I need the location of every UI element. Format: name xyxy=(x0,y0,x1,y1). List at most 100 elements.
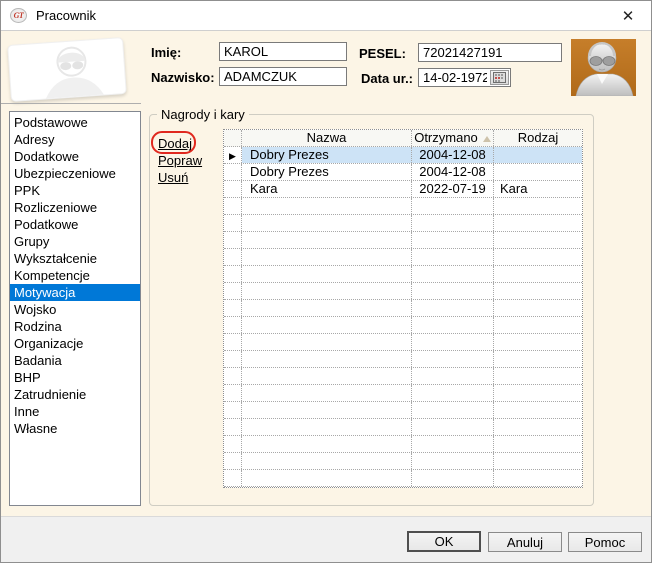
cell-otrzymano xyxy=(412,351,494,367)
awards-table-header: Nazwa Otrzymano Rodzaj xyxy=(224,130,582,147)
employee-card-watermark xyxy=(7,37,127,102)
table-row[interactable]: ▶ xyxy=(224,266,582,283)
sidebar-item[interactable]: Zatrudnienie xyxy=(10,386,140,403)
header-divider xyxy=(1,103,141,104)
delete-link[interactable]: Usuń xyxy=(158,170,188,185)
table-row[interactable]: ▶ xyxy=(224,198,582,215)
cell-nazwa xyxy=(242,419,412,435)
column-header-otrzymano-label: Otrzymano xyxy=(414,130,478,145)
row-indicator-cell: ▶ xyxy=(224,436,242,452)
sidebar-item[interactable]: Grupy xyxy=(10,233,140,250)
calendar-icon xyxy=(493,72,506,83)
cell-nazwa xyxy=(242,300,412,316)
row-indicator-cell: ▶ xyxy=(224,385,242,401)
column-header-rodzaj[interactable]: Rodzaj xyxy=(494,130,582,146)
cell-otrzymano xyxy=(412,300,494,316)
column-header-otrzymano[interactable]: Otrzymano xyxy=(412,130,494,146)
row-indicator-cell: ▶ xyxy=(224,164,242,180)
sidebar-item[interactable]: PPK xyxy=(10,182,140,199)
cell-otrzymano xyxy=(412,436,494,452)
cell-nazwa xyxy=(242,402,412,418)
table-row[interactable]: ▶ Dobry Prezes 2004-12-08 xyxy=(224,164,582,181)
table-row[interactable]: ▶ xyxy=(224,300,582,317)
last-name-field[interactable] xyxy=(219,67,347,86)
sidebar-item[interactable]: Rozliczeniowe xyxy=(10,199,140,216)
first-name-field[interactable] xyxy=(219,42,347,61)
first-name-label: Imię: xyxy=(151,45,182,60)
table-row[interactable]: ▶ xyxy=(224,232,582,249)
cell-rodzaj xyxy=(494,164,582,180)
table-row[interactable]: ▶ Dobry Prezes 2004-12-08 xyxy=(224,147,582,164)
dialog-footer: OK Anuluj Pomoc xyxy=(1,516,651,562)
table-row[interactable]: ▶ xyxy=(224,334,582,351)
calendar-button[interactable] xyxy=(490,70,509,85)
cell-rodzaj xyxy=(494,436,582,452)
table-row[interactable]: ▶ xyxy=(224,419,582,436)
cell-nazwa xyxy=(242,385,412,401)
cell-nazwa xyxy=(242,215,412,231)
edit-link[interactable]: Popraw xyxy=(158,153,202,168)
row-indicator-cell: ▶ xyxy=(224,317,242,333)
table-row[interactable]: ▶ xyxy=(224,402,582,419)
close-button[interactable]: ✕ xyxy=(613,3,643,29)
cell-rodzaj xyxy=(494,283,582,299)
cell-rodzaj xyxy=(494,419,582,435)
row-indicator-cell: ▶ xyxy=(224,334,242,350)
sidebar-item[interactable]: Wykształcenie xyxy=(10,250,140,267)
cell-rodzaj xyxy=(494,317,582,333)
add-link[interactable]: Dodaj xyxy=(158,136,192,151)
table-row[interactable]: ▶ xyxy=(224,385,582,402)
pracownik-dialog: GT Pracownik ✕ Imię: Nazwisko: PESEL: Da… xyxy=(0,0,652,563)
table-row[interactable]: ▶ xyxy=(224,368,582,385)
ok-button[interactable]: OK xyxy=(407,531,481,552)
cell-rodzaj xyxy=(494,147,582,163)
gt-app-icon-text: GT xyxy=(13,11,24,20)
row-indicator-cell: ▶ xyxy=(224,368,242,384)
sidebar-item[interactable]: Podstawowe xyxy=(10,114,140,131)
cell-otrzymano xyxy=(412,334,494,350)
cell-otrzymano xyxy=(412,283,494,299)
sidebar-item[interactable]: BHP xyxy=(10,369,140,386)
row-indicator-cell: ▶ xyxy=(224,249,242,265)
sidebar-item[interactable]: Własne xyxy=(10,420,140,437)
cell-otrzymano: 2004-12-08 xyxy=(412,147,494,163)
table-row[interactable]: ▶ xyxy=(224,283,582,300)
help-button[interactable]: Pomoc xyxy=(568,532,642,552)
sidebar-item[interactable]: Badania xyxy=(10,352,140,369)
table-row[interactable]: ▶ xyxy=(224,249,582,266)
cell-nazwa xyxy=(242,232,412,248)
sidebar-item[interactable]: Adresy xyxy=(10,131,140,148)
table-row[interactable]: ▶ xyxy=(224,436,582,453)
sidebar-item[interactable]: Motywacja xyxy=(10,284,140,301)
sidebar-item[interactable]: Podatkowe xyxy=(10,216,140,233)
pesel-field[interactable] xyxy=(418,43,562,62)
cell-nazwa xyxy=(242,351,412,367)
table-row[interactable]: ▶ xyxy=(224,215,582,232)
sidebar-item[interactable]: Rodzina xyxy=(10,318,140,335)
cell-rodzaj xyxy=(494,402,582,418)
category-list[interactable]: Podstawowe Adresy Dodatkowe Ubezpieczeni… xyxy=(9,111,141,506)
table-row[interactable]: ▶ Kara 2022-07-19 Kara xyxy=(224,181,582,198)
table-row[interactable]: ▶ xyxy=(224,453,582,470)
cell-otrzymano xyxy=(412,198,494,214)
sidebar-item[interactable]: Kompetencje xyxy=(10,267,140,284)
column-header-nazwa[interactable]: Nazwa xyxy=(242,130,412,146)
cell-otrzymano xyxy=(412,317,494,333)
sidebar-item[interactable]: Dodatkowe xyxy=(10,148,140,165)
sidebar-item[interactable]: Wojsko xyxy=(10,301,140,318)
cell-nazwa: Dobry Prezes xyxy=(242,147,412,163)
table-row[interactable]: ▶ xyxy=(224,351,582,368)
row-indicator-cell: ▶ xyxy=(224,300,242,316)
cell-nazwa xyxy=(242,317,412,333)
sidebar-item[interactable]: Organizacje xyxy=(10,335,140,352)
cell-otrzymano xyxy=(412,232,494,248)
table-row[interactable]: ▶ xyxy=(224,470,582,487)
cell-nazwa: Kara xyxy=(242,181,412,197)
sidebar-item[interactable]: Ubezpieczeniowe xyxy=(10,165,140,182)
row-indicator-header xyxy=(224,130,242,146)
cancel-button[interactable]: Anuluj xyxy=(488,532,562,552)
sidebar-item[interactable]: Inne xyxy=(10,403,140,420)
cell-otrzymano xyxy=(412,470,494,486)
table-row[interactable]: ▶ xyxy=(224,317,582,334)
cell-otrzymano xyxy=(412,249,494,265)
